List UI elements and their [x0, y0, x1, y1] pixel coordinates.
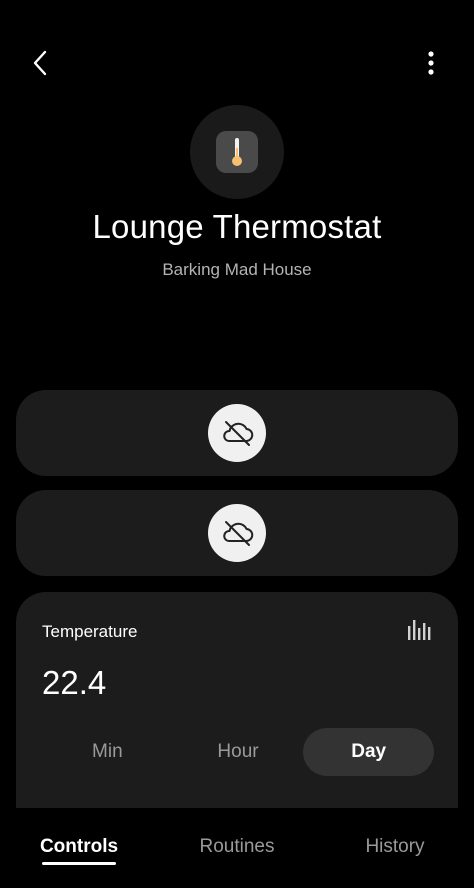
back-button[interactable] — [22, 44, 60, 82]
bottom-navigation: Controls Routines History — [0, 808, 474, 888]
offline-status-button[interactable] — [208, 504, 266, 562]
time-range-selector: Min Hour Day — [42, 728, 435, 776]
more-options-button[interactable] — [412, 44, 450, 82]
device-avatar — [190, 105, 284, 199]
history-chart-button[interactable] — [406, 618, 432, 642]
tab-controls[interactable]: Controls — [0, 808, 158, 888]
range-tab-min[interactable]: Min — [42, 728, 173, 776]
active-tab-indicator — [42, 862, 116, 865]
thermometer-icon — [232, 138, 242, 166]
cloud-off-icon — [223, 521, 254, 546]
control-card — [16, 490, 458, 576]
tab-controls-label: Controls — [39, 836, 119, 857]
tab-history-label: History — [365, 836, 425, 857]
tab-routines[interactable]: Routines — [158, 808, 316, 888]
device-detail-screen: Lounge Thermostat Barking Mad House Temp… — [0, 0, 474, 888]
temperature-value: 22.4 — [42, 664, 107, 701]
offline-status-button[interactable] — [208, 404, 266, 462]
temperature-card: Temperature 22.4 Min Hour Day — [16, 592, 458, 822]
temperature-label: Temperature — [42, 622, 138, 641]
control-card — [16, 390, 458, 476]
device-location: Barking Mad House — [162, 260, 312, 279]
device-name: Lounge Thermostat — [92, 208, 382, 245]
cloud-off-icon — [223, 421, 254, 446]
more-vertical-icon — [428, 51, 434, 75]
chevron-left-icon — [33, 50, 47, 76]
device-icon-tile — [216, 131, 258, 173]
tab-history[interactable]: History — [316, 808, 474, 888]
bar-chart-icon — [408, 620, 431, 640]
range-tab-hour[interactable]: Hour — [173, 728, 304, 776]
tab-routines-label: Routines — [199, 836, 275, 857]
range-tab-day[interactable]: Day — [303, 728, 435, 776]
